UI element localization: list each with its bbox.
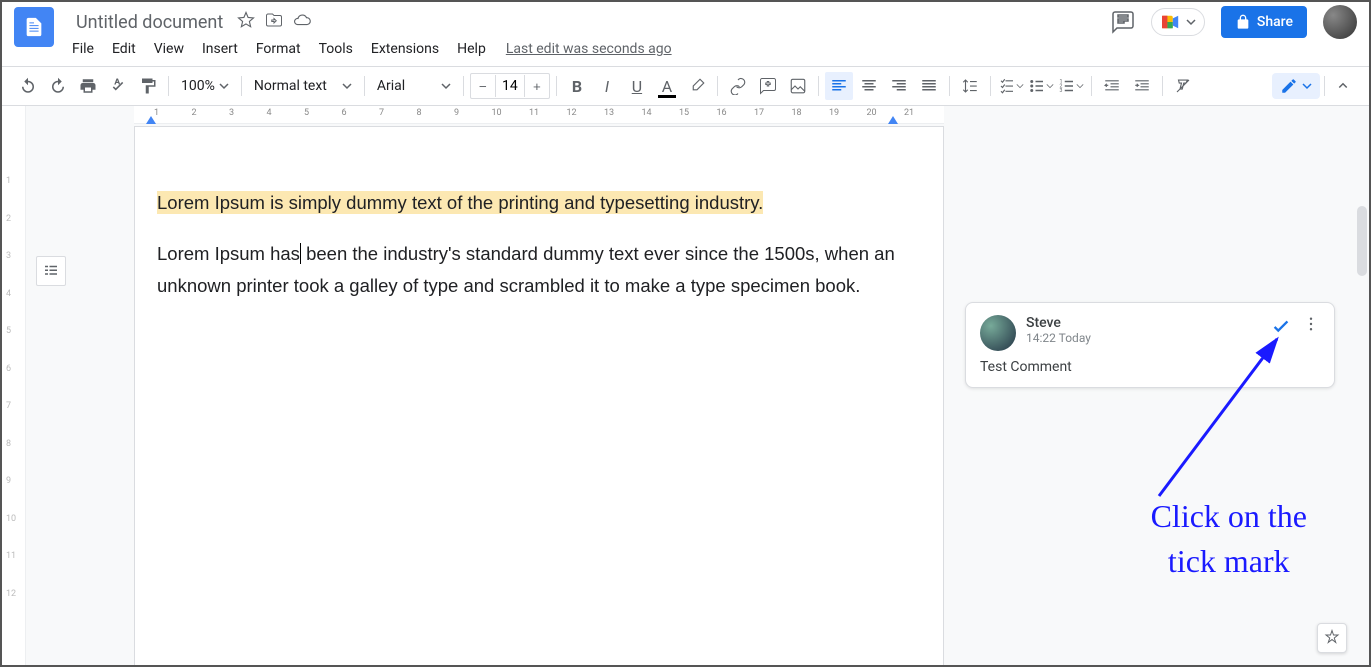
line-spacing-button[interactable] (956, 72, 984, 100)
paragraph-style-select[interactable]: Normal text (248, 78, 358, 94)
more-vertical-icon (1302, 315, 1320, 333)
print-button[interactable] (74, 72, 102, 100)
app-window: Untitled document Share File Edi (0, 0, 1371, 667)
chevron-down-icon (1186, 17, 1196, 27)
highlighted-text[interactable]: Lorem Ipsum is simply dummy text of the … (157, 191, 763, 214)
align-center-button[interactable] (855, 72, 883, 100)
highlight-button[interactable] (683, 72, 711, 100)
comment-time: 14:22 Today (1026, 331, 1260, 345)
font-size-value[interactable]: 14 (495, 75, 525, 97)
paragraph-2[interactable]: Lorem Ipsum has been the industry's stan… (157, 238, 921, 301)
horizontal-ruler: 123456789101112131415161718192021 (134, 106, 944, 124)
chevron-down-icon (219, 81, 229, 91)
comment-avatar (980, 315, 1016, 351)
header: Untitled document Share (2, 2, 1369, 36)
menu-edit[interactable]: Edit (104, 37, 144, 61)
document-scroll[interactable]: 123456789101112131415161718192021 Lorem … (26, 106, 1369, 665)
cloud-icon[interactable] (293, 11, 311, 33)
font-select[interactable]: Arial (371, 78, 457, 94)
comment-card[interactable]: Steve 14:22 Today Test Comment (965, 302, 1335, 388)
chevron-down-icon (1076, 81, 1084, 91)
user-avatar[interactable] (1323, 5, 1357, 39)
canvas-area: 123456789101112 123456789101112131415161… (2, 106, 1369, 665)
lock-icon (1235, 14, 1251, 30)
blank-line[interactable] (157, 218, 921, 238)
chevron-down-icon (342, 81, 352, 91)
editing-mode-button[interactable] (1272, 73, 1320, 99)
checklist-button[interactable] (997, 72, 1025, 100)
align-left-button[interactable] (825, 72, 853, 100)
meet-button[interactable] (1151, 8, 1205, 36)
menu-file[interactable]: File (64, 37, 102, 61)
insert-image-button[interactable] (784, 72, 812, 100)
decrease-indent-button[interactable] (1098, 72, 1126, 100)
font-size-decrease[interactable]: − (471, 74, 495, 98)
menu-extensions[interactable]: Extensions (363, 37, 447, 61)
align-justify-button[interactable] (915, 72, 943, 100)
italic-button[interactable]: I (593, 72, 621, 100)
bulleted-list-button[interactable] (1027, 72, 1055, 100)
comment-more-button[interactable] (1302, 315, 1320, 341)
redo-button[interactable] (44, 72, 72, 100)
checkmark-icon (1270, 315, 1292, 337)
add-comment-button[interactable] (754, 72, 782, 100)
chevron-down-icon (1046, 81, 1054, 91)
document-title[interactable]: Untitled document (70, 10, 229, 35)
chevron-down-icon (1302, 81, 1312, 91)
menu-format[interactable]: Format (248, 37, 309, 61)
comment-body: Test Comment (980, 359, 1320, 375)
pencil-icon (1280, 77, 1298, 95)
annotation-text: Click on the tick mark (1151, 494, 1307, 584)
explore-icon (1323, 629, 1341, 647)
paragraph-1[interactable]: Lorem Ipsum is simply dummy text of the … (157, 187, 921, 218)
menu-view[interactable]: View (146, 37, 192, 61)
outline-button[interactable] (36, 256, 66, 286)
font-size-control: − 14 + (470, 73, 550, 99)
menu-insert[interactable]: Insert (194, 37, 246, 61)
hide-menus-button[interactable] (1329, 72, 1357, 100)
move-icon[interactable] (265, 11, 283, 33)
vertical-ruler: 123456789101112 (2, 106, 26, 665)
insert-link-button[interactable] (724, 72, 752, 100)
last-edit-link[interactable]: Last edit was seconds ago (506, 41, 672, 57)
paint-format-button[interactable] (134, 72, 162, 100)
svg-text:3: 3 (1059, 88, 1062, 94)
toolbar: 100% Normal text Arial − 14 + B I U A 1 (2, 66, 1369, 106)
menu-tools[interactable]: Tools (311, 37, 361, 61)
resolve-comment-button[interactable] (1270, 315, 1292, 341)
increase-indent-button[interactable] (1128, 72, 1156, 100)
spellcheck-button[interactable] (104, 72, 132, 100)
undo-button[interactable] (14, 72, 42, 100)
share-label: Share (1257, 14, 1293, 30)
clear-formatting-button[interactable] (1169, 72, 1197, 100)
comment-author: Steve (1026, 315, 1260, 331)
explore-button[interactable] (1317, 623, 1347, 653)
page[interactable]: Lorem Ipsum is simply dummy text of the … (134, 126, 944, 665)
vertical-scrollbar[interactable] (1357, 206, 1367, 276)
chevron-down-icon (441, 81, 451, 91)
comment-history-icon[interactable] (1111, 10, 1135, 34)
numbered-list-button[interactable]: 123 (1057, 72, 1085, 100)
font-size-increase[interactable]: + (525, 74, 549, 98)
bold-button[interactable]: B (563, 72, 591, 100)
star-icon[interactable] (237, 11, 255, 33)
chevron-down-icon (1016, 81, 1024, 91)
underline-button[interactable]: U (623, 72, 651, 100)
zoom-select[interactable]: 100% (175, 78, 235, 94)
align-right-button[interactable] (885, 72, 913, 100)
meet-icon (1160, 13, 1182, 31)
menu-help[interactable]: Help (449, 37, 494, 61)
share-button[interactable]: Share (1221, 6, 1307, 38)
menubar: File Edit View Insert Format Tools Exten… (2, 36, 1369, 66)
right-indent-marker[interactable] (888, 116, 898, 124)
text-color-button[interactable]: A (653, 72, 681, 100)
